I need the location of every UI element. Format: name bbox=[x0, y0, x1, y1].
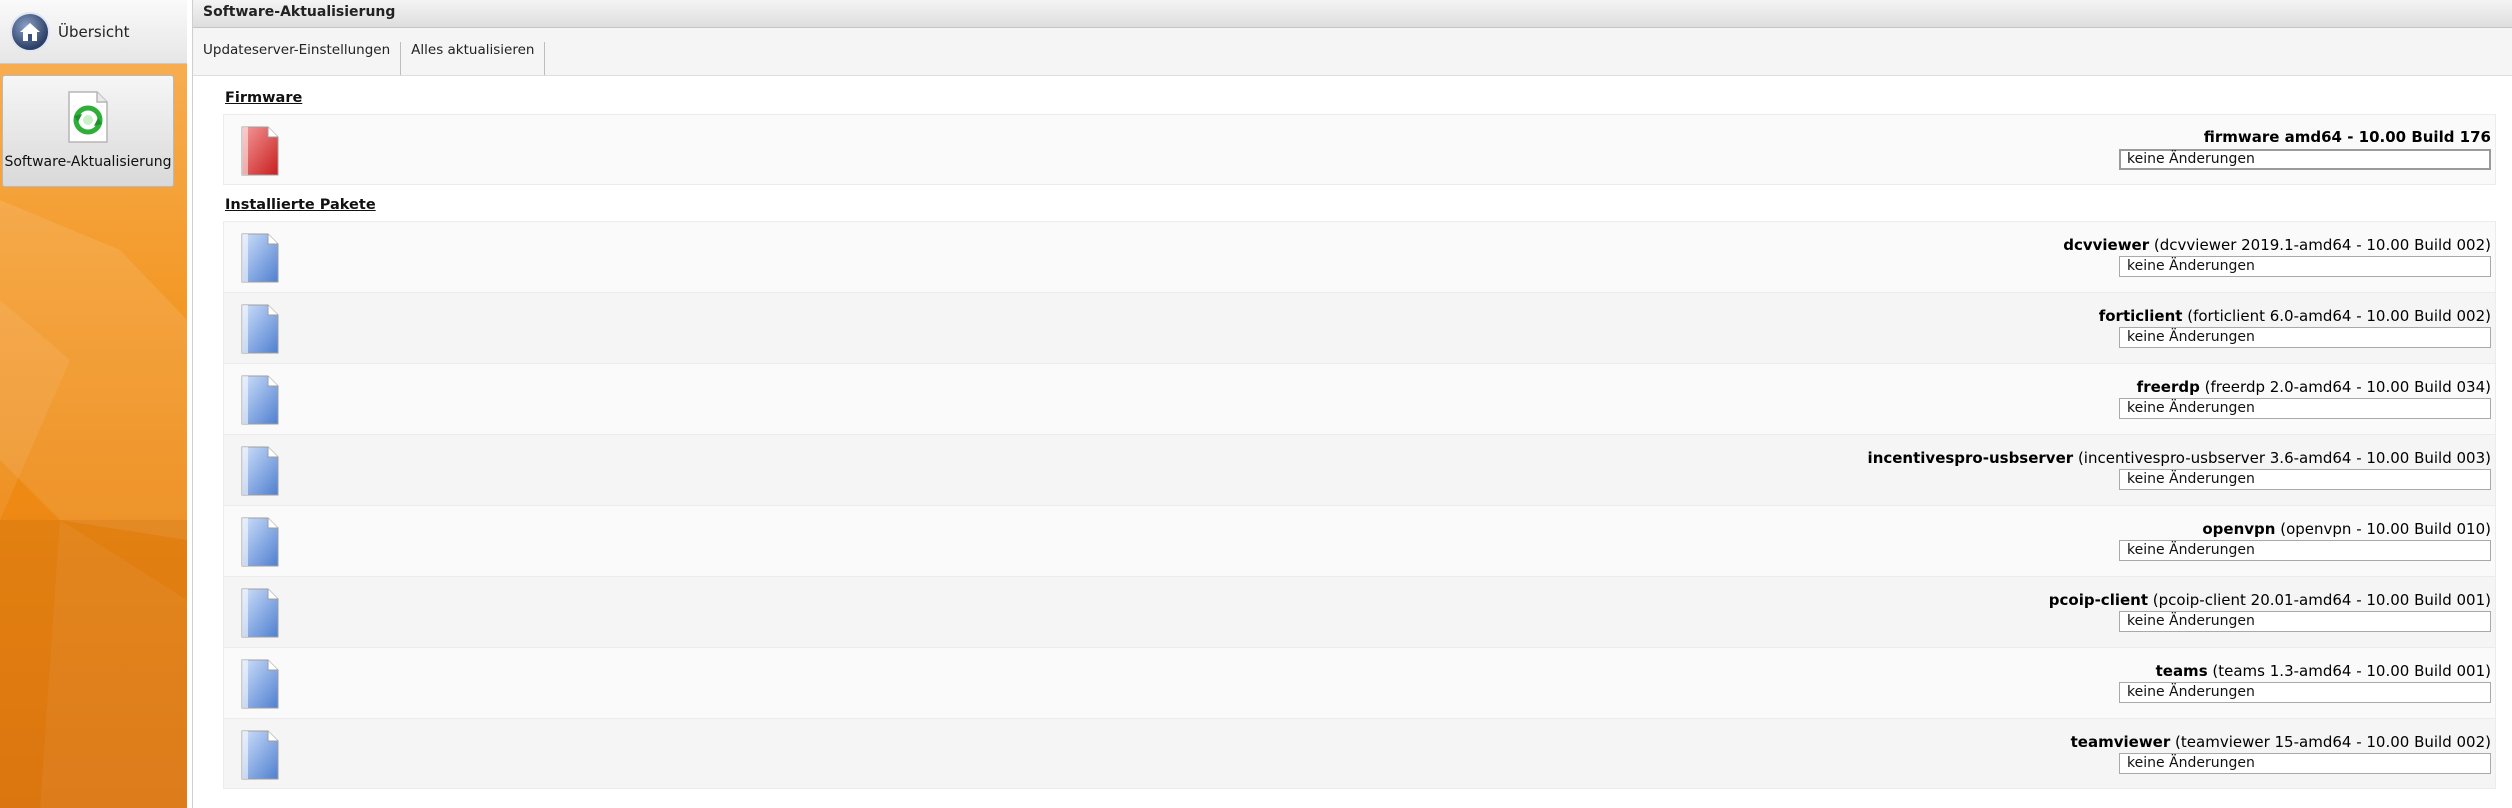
package-title: teamviewer bbox=[2070, 733, 2171, 751]
package-name: teamviewer (teamviewer 15-amd64 - 10.00 … bbox=[2071, 733, 2491, 751]
package-title: forticlient bbox=[2098, 307, 2183, 325]
package-file-icon bbox=[238, 658, 282, 710]
package-file-icon bbox=[238, 516, 282, 568]
package-detail: (openvpn - 10.00 Build 010) bbox=[2280, 520, 2491, 538]
package-title: teams bbox=[2155, 662, 2208, 680]
package-row: teamviewer (teamviewer 15-amd64 - 10.00 … bbox=[223, 718, 2496, 789]
package-status-field[interactable]: keine Änderungen bbox=[2119, 398, 2491, 419]
package-name: openvpn (openvpn - 10.00 Build 010) bbox=[2202, 520, 2491, 538]
package-name: pcoip-client (pcoip-client 20.01-amd64 -… bbox=[2049, 591, 2491, 609]
package-detail: (forticlient 6.0-amd64 - 10.00 Build 002… bbox=[2187, 307, 2491, 325]
package-name: incentivespro-usbserver (incentivespro-u… bbox=[1868, 449, 2491, 467]
package-file-icon bbox=[238, 445, 282, 497]
package-name: dcvviewer (dcvviewer 2019.1-amd64 - 10.0… bbox=[2063, 236, 2491, 254]
package-detail: (pcoip-client 20.01-amd64 - 10.00 Build … bbox=[2152, 591, 2491, 609]
updateserver-settings-button[interactable]: Updateserver-Einstellungen bbox=[203, 42, 402, 75]
package-title: dcvviewer bbox=[2063, 236, 2150, 254]
package-file-icon bbox=[238, 303, 282, 355]
package-row: forticlient (forticlient 6.0-amd64 - 10.… bbox=[223, 292, 2496, 363]
package-title: openvpn bbox=[2202, 520, 2276, 538]
firmware-name: firmware amd64 - 10.00 Build 176 bbox=[2203, 128, 2491, 146]
home-label: Übersicht bbox=[58, 22, 130, 41]
package-detail: (dcvviewer 2019.1-amd64 - 10.00 Build 00… bbox=[2153, 236, 2491, 254]
packages-section-title: Installierte Pakete bbox=[225, 197, 376, 213]
package-status-field[interactable]: keine Änderungen bbox=[2119, 469, 2491, 490]
package-detail: (incentivespro-usbserver 3.6-amd64 - 10.… bbox=[2077, 449, 2491, 467]
package-file-icon bbox=[238, 374, 282, 426]
package-status-field[interactable]: keine Änderungen bbox=[2119, 753, 2491, 774]
package-row: dcvviewer (dcvviewer 2019.1-amd64 - 10.0… bbox=[223, 221, 2496, 292]
package-list: dcvviewer (dcvviewer 2019.1-amd64 - 10.0… bbox=[223, 221, 2496, 789]
software-update-label: Software-Aktualisierung bbox=[4, 154, 172, 170]
package-name: teams (teams 1.3-amd64 - 10.00 Build 001… bbox=[2156, 662, 2491, 680]
package-detail: (teamviewer 15-amd64 - 10.00 Build 002) bbox=[2175, 733, 2491, 751]
package-status-field[interactable]: keine Änderungen bbox=[2119, 327, 2491, 348]
software-update-tile[interactable]: Software-Aktualisierung bbox=[2, 75, 174, 187]
package-title: freerdp bbox=[2136, 378, 2200, 396]
package-title: pcoip-client bbox=[2048, 591, 2149, 609]
package-row: freerdp (freerdp 2.0-amd64 - 10.00 Build… bbox=[223, 363, 2496, 434]
package-row: teams (teams 1.3-amd64 - 10.00 Build 001… bbox=[223, 647, 2496, 718]
toolbar: Updateserver-Einstellungen Alles aktuali… bbox=[193, 28, 2512, 76]
package-status-field[interactable]: keine Änderungen bbox=[2119, 611, 2491, 632]
home-icon bbox=[10, 11, 50, 52]
package-detail: (teams 1.3-amd64 - 10.00 Build 001) bbox=[2212, 662, 2491, 680]
refresh-icon bbox=[65, 90, 111, 144]
package-file-icon bbox=[238, 587, 282, 639]
main-panel: Software-Aktualisierung Updateserver-Ein… bbox=[192, 0, 2512, 808]
firmware-file-icon bbox=[238, 125, 282, 177]
package-detail: (freerdp 2.0-amd64 - 10.00 Build 034) bbox=[2204, 378, 2491, 396]
package-row: openvpn (openvpn - 10.00 Build 010) kein… bbox=[223, 505, 2496, 576]
package-file-icon bbox=[238, 729, 282, 781]
package-name: forticlient (forticlient 6.0-amd64 - 10.… bbox=[2099, 307, 2491, 325]
home-button[interactable]: Übersicht bbox=[0, 0, 187, 64]
firmware-status-field[interactable]: keine Änderungen bbox=[2119, 149, 2491, 170]
firmware-section-title: Firmware bbox=[225, 90, 303, 106]
package-title: incentivespro-usbserver bbox=[1867, 449, 2074, 467]
package-file-icon bbox=[238, 232, 282, 284]
page-title: Software-Aktualisierung bbox=[193, 0, 2512, 28]
package-row: pcoip-client (pcoip-client 20.01-amd64 -… bbox=[223, 576, 2496, 647]
update-all-button[interactable]: Alles aktualisieren bbox=[411, 42, 546, 75]
package-status-field[interactable]: keine Änderungen bbox=[2119, 256, 2491, 277]
package-row: incentivespro-usbserver (incentivespro-u… bbox=[223, 434, 2496, 505]
package-name: freerdp (freerdp 2.0-amd64 - 10.00 Build… bbox=[2137, 378, 2491, 396]
firmware-row: firmware amd64 - 10.00 Build 176 keine Ä… bbox=[223, 114, 2496, 185]
package-status-field[interactable]: keine Änderungen bbox=[2119, 682, 2491, 703]
package-status-field[interactable]: keine Änderungen bbox=[2119, 540, 2491, 561]
sidebar: Übersicht Software-Aktualisierung bbox=[0, 0, 187, 808]
content: Firmware firmware amd64 - 10.00 Build 17… bbox=[223, 78, 2496, 789]
